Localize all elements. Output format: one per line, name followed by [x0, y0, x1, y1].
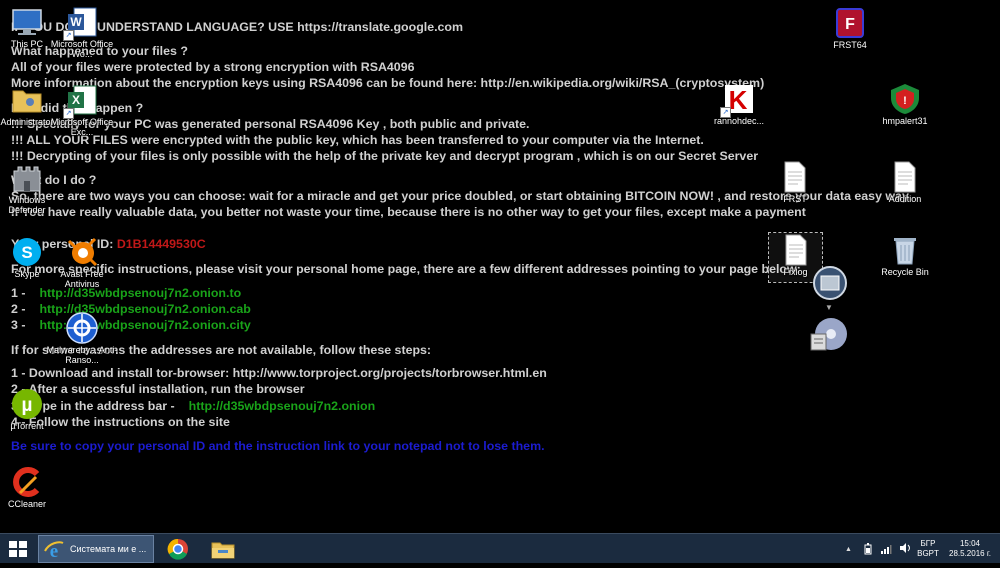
taskbar: e Системата ми е ... ▲ БГР BGPT 15:04 28…	[0, 533, 1000, 563]
icon-label: Microsoft Office Exc...	[50, 117, 114, 137]
taskbar-window-title: Системата ми е ...	[70, 544, 147, 554]
word-document-icon: W ↗	[63, 5, 99, 41]
note-line-decrypting: !!! Decrypting of your files is only pos…	[11, 149, 759, 163]
note-step-1: 1 - Download and install tor-browser: ht…	[11, 366, 547, 380]
note-line-more-info: More information about the encryption ke…	[11, 76, 765, 90]
desktop-icon-kaspersky[interactable]: K ↗ rannohdec...	[702, 82, 776, 126]
desktop-icon-excel[interactable]: X ↗ Microsoft Office Exc...	[45, 83, 119, 137]
clock[interactable]: 15:04 28.5.2016 г.	[944, 539, 996, 559]
ccleaner-icon	[10, 465, 44, 499]
note-warning: Be sure to copy your personal ID and the…	[11, 439, 545, 453]
clock-date: 28.5.2016 г.	[949, 549, 991, 558]
note-line-encryption: All of your files were protected by a st…	[11, 60, 415, 74]
icon-label: Recycle Bin	[881, 267, 929, 277]
icon-label: Addition	[888, 194, 922, 204]
desktop-icon-hmpalert[interactable]: ! hmpalert31	[868, 82, 942, 126]
language-secondary: BGPT	[917, 549, 939, 558]
note-line-instructions: For more specific instructions, please v…	[11, 262, 801, 276]
battery-icon[interactable]	[864, 543, 872, 557]
desktop-icon-windows-defender[interactable]: Windows Defender	[0, 161, 64, 215]
kaspersky-icon: K ↗	[720, 82, 756, 118]
chevron-down-icon: ▼	[825, 303, 833, 312]
desktop: IF YOU DON'T UNDERSTAND LANGUAGE? USE ht…	[0, 0, 1000, 533]
icon-label: µTorrent	[10, 421, 44, 431]
shortcut-arrow-icon: ↗	[63, 108, 74, 119]
desktop-icon-addition[interactable]: Addition	[868, 160, 942, 204]
note-step-3: 3 - Type in the address bar - http://d35w…	[11, 399, 375, 414]
desktop-icon-word[interactable]: W ↗ Microsoft Office Wo...	[45, 5, 119, 59]
malwarebytes-icon	[65, 311, 99, 345]
volume-icon[interactable]	[899, 542, 911, 556]
link-number: 1 -	[11, 286, 26, 300]
computer-icon	[10, 5, 44, 39]
icon-label: hmpalert31	[882, 116, 928, 126]
icon-label: rannohdec...	[713, 116, 765, 126]
input-language-indicator[interactable]: БГР BGPT	[914, 539, 942, 559]
taskbar-item-ie-window[interactable]: e Системата ми е ...	[38, 535, 154, 563]
link-number: 3 -	[11, 318, 26, 332]
link-number: 2 -	[11, 302, 26, 316]
floating-disc-preview-icon[interactable]	[810, 316, 848, 354]
recycle-bin-icon	[888, 233, 922, 267]
desktop-icon-frst-txt[interactable]: FRST	[758, 160, 832, 204]
taskbar-item-chrome[interactable]	[163, 535, 193, 563]
svg-text:W: W	[70, 15, 82, 29]
taskbar-item-file-explorer[interactable]	[207, 535, 239, 563]
shortcut-arrow-icon: ↗	[720, 107, 731, 118]
text-document-icon	[778, 160, 812, 194]
shortcut-arrow-icon: ↗	[63, 30, 74, 41]
svg-text:µ: µ	[22, 395, 33, 416]
desktop-icon-frst64[interactable]: F FRST64	[813, 6, 887, 50]
network-signal-icon[interactable]	[880, 543, 892, 557]
desktop-icon-ccleaner[interactable]: CCleaner	[0, 465, 64, 509]
hmpalert-shield-icon: !	[888, 82, 922, 116]
icon-label: Microsoft Office Wo...	[50, 39, 114, 59]
floating-window-preview-icon[interactable]	[812, 266, 848, 300]
text-document-icon	[779, 233, 813, 267]
tray-expand-icon[interactable]: ▲	[845, 546, 852, 553]
icon-label: FRST64	[833, 40, 867, 50]
language-primary: БГР	[920, 539, 936, 548]
personal-id-value: D1B14449530C	[116, 237, 206, 251]
icon-label: CCleaner	[7, 499, 47, 509]
icon-label: FRST	[783, 194, 807, 204]
icon-label: Avast Free Antivirus	[60, 269, 104, 289]
icon-label: Windows Defender	[8, 195, 46, 215]
start-button[interactable]	[2, 535, 34, 563]
svg-text:F: F	[845, 16, 855, 33]
avast-icon	[65, 235, 99, 269]
desktop-icon-avast[interactable]: Avast Free Antivirus	[45, 235, 119, 289]
svg-text:X: X	[72, 93, 80, 107]
clock-time: 15:04	[959, 539, 981, 548]
desktop-icon-recycle-bin[interactable]: Recycle Bin	[868, 233, 942, 277]
text-document-icon	[888, 160, 922, 194]
frst64-icon: F	[833, 6, 867, 40]
internet-explorer-icon: e	[43, 539, 65, 562]
svg-text:S: S	[21, 243, 32, 262]
castle-wall-icon	[10, 161, 44, 195]
note-line-valuable-data: If You have really valuable data, you be…	[11, 205, 806, 219]
desktop-icon-utorrent[interactable]: µ µTorrent	[0, 387, 64, 431]
excel-spreadsheet-icon: X ↗	[63, 83, 99, 119]
user-folder-icon	[10, 83, 44, 117]
skype-icon: S	[10, 235, 44, 269]
step-3-onion-link[interactable]: http://d35wbdpsenouj7n2.onion	[189, 399, 376, 413]
svg-text:K: K	[729, 85, 748, 115]
svg-text:!: !	[903, 95, 907, 107]
utorrent-icon: µ	[10, 387, 44, 421]
icon-label: Malwareby... Anti-Ranso...	[46, 345, 118, 365]
desktop-icon-malwarebytes[interactable]: Malwareby... Anti-Ranso...	[45, 311, 119, 365]
